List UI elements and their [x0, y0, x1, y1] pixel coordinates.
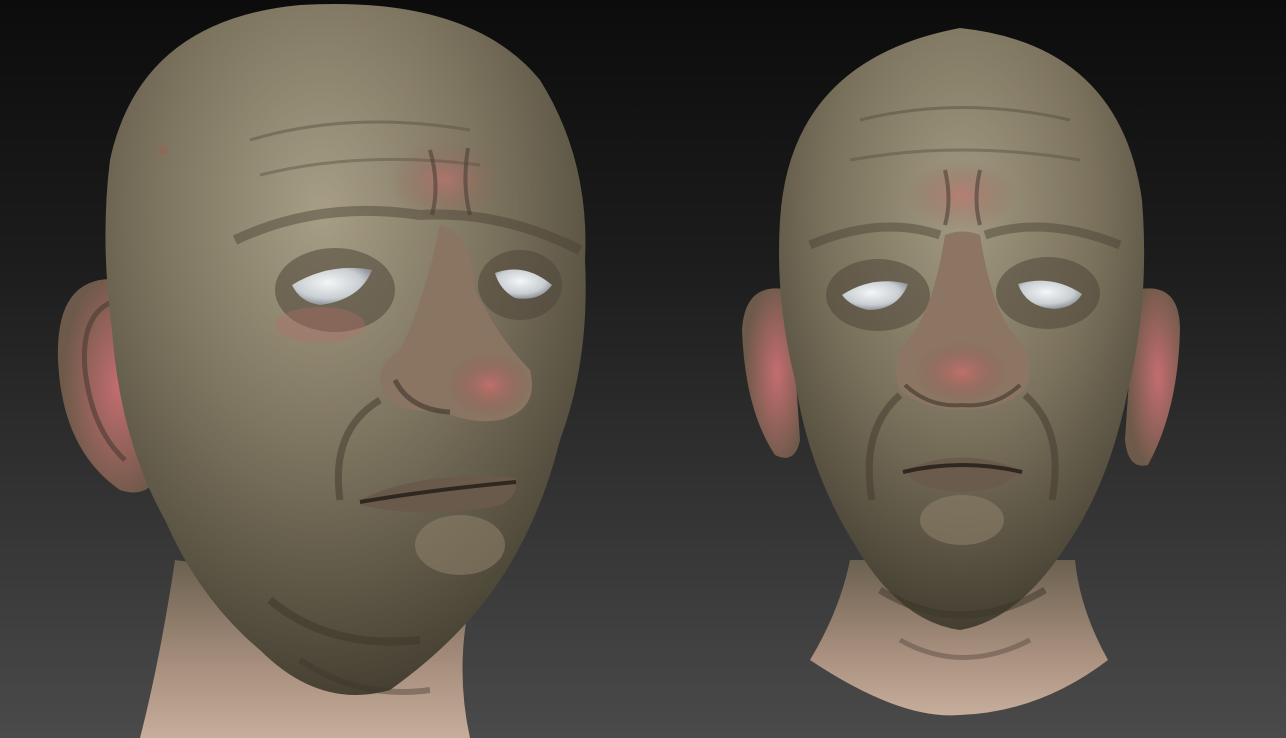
- render-canvas: [57, 3, 1180, 738]
- left-under-eye-flush: [275, 307, 365, 343]
- left-brow-flush: [390, 140, 500, 220]
- left-mole: [158, 145, 168, 155]
- sculpt-viewport[interactable]: [0, 0, 1286, 738]
- left-chin: [415, 515, 505, 575]
- right-brow-flush: [907, 160, 1017, 230]
- head-three-quarter-view[interactable]: [57, 3, 586, 738]
- head-front-view[interactable]: [742, 28, 1180, 716]
- left-nose-tip-flush: [448, 353, 532, 417]
- right-chin: [920, 495, 1004, 545]
- right-nose-tip-flush: [914, 340, 1010, 404]
